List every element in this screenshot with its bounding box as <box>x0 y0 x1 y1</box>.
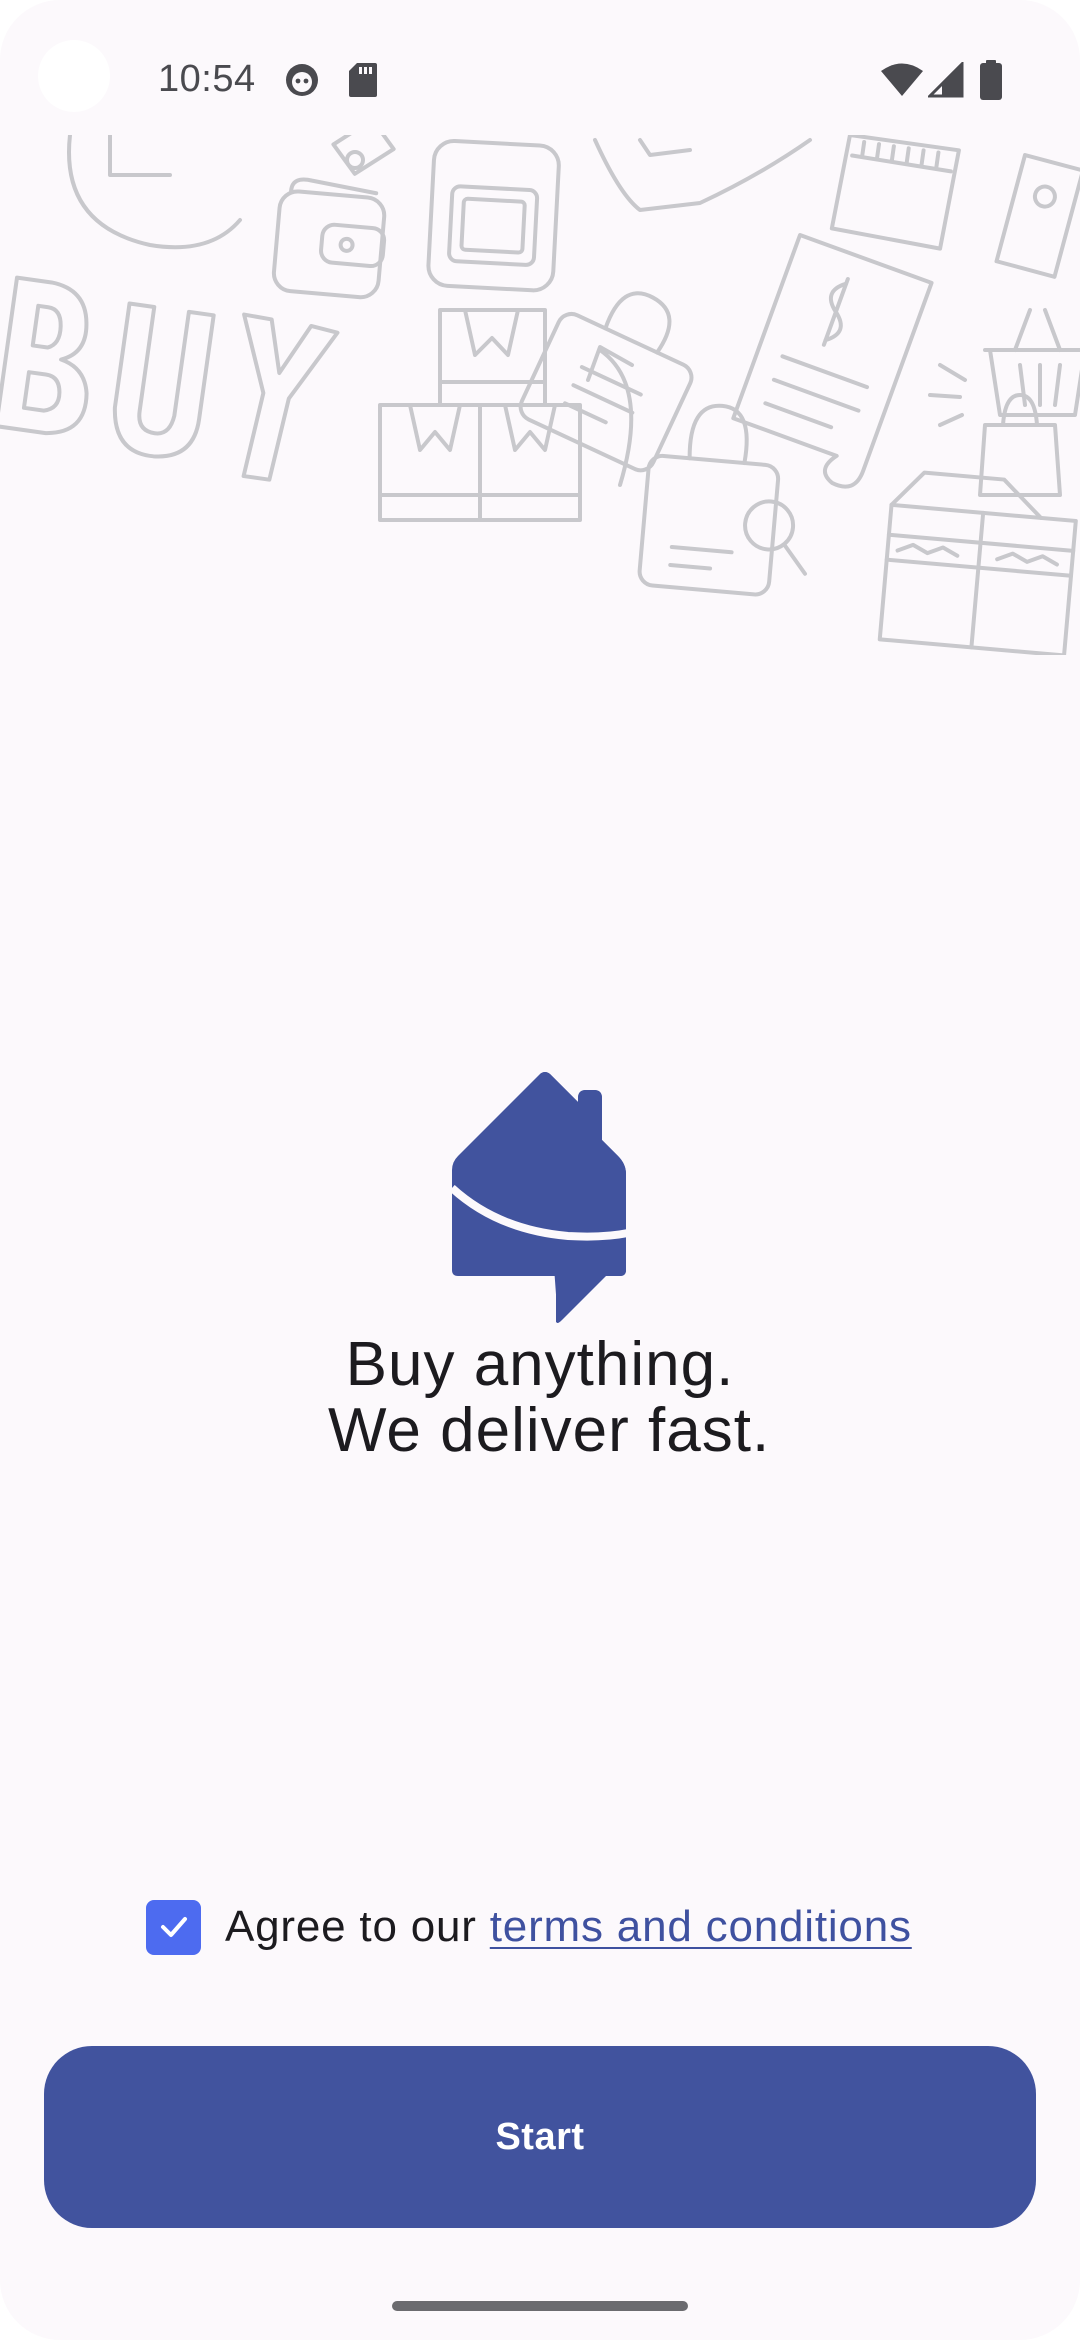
face-notification-icon <box>284 62 320 103</box>
status-bar: 10:54 <box>0 0 1080 135</box>
sd-card-icon <box>348 62 378 103</box>
shopping-doodle-banner <box>0 117 1080 658</box>
buy-lettering <box>0 275 340 482</box>
checkmark-icon <box>160 1917 187 1937</box>
terms-agreement-text: Agree to our terms and conditions <box>225 1902 912 1952</box>
app-logo-icon <box>448 1070 632 1326</box>
terms-prefix: Agree to our <box>225 1902 490 1951</box>
tagline-line-1: Buy anything. <box>345 1330 735 1399</box>
start-button-label: Start <box>495 2115 585 2158</box>
wifi-icon <box>880 62 924 103</box>
start-button[interactable]: Start <box>44 2046 1036 2228</box>
terms-checkbox[interactable] <box>146 1899 201 1955</box>
cellular-signal-icon <box>926 60 964 103</box>
terms-and-conditions-link[interactable]: terms and conditions <box>490 1902 912 1951</box>
tagline-line-2: We deliver fast. <box>309 1396 771 1465</box>
tagline: Buy anything. We deliver fast. <box>0 1332 1080 1464</box>
onboarding-screen: 10:54 Buy anything. We deliver fast. Agr… <box>0 0 1080 2340</box>
camera-cutout <box>38 40 110 112</box>
terms-agreement-row: Agree to our terms and conditions <box>146 1898 912 1956</box>
home-indicator[interactable] <box>392 2301 688 2311</box>
battery-icon <box>980 60 1002 105</box>
status-time: 10:54 <box>158 58 256 100</box>
